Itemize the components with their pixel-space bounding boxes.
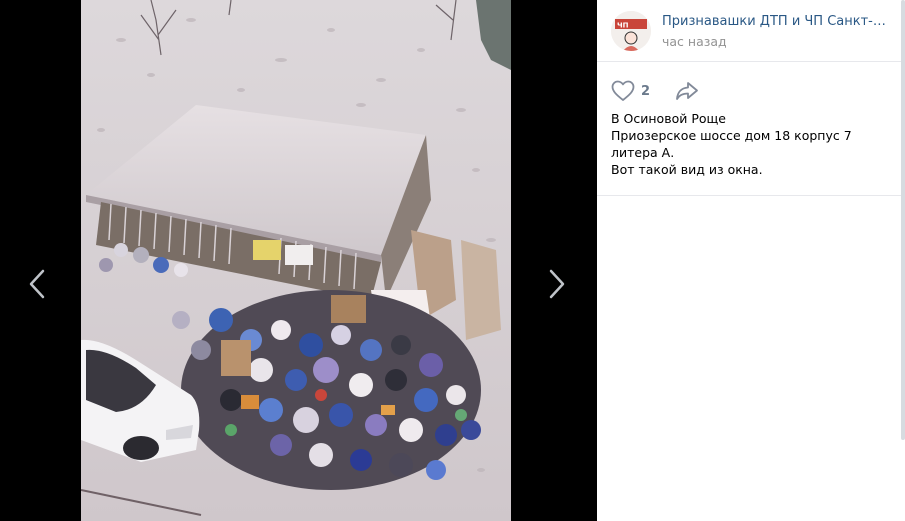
like-button[interactable]: 2 (611, 80, 650, 102)
post-text: В Осиновой Роще Приозерское шоссе дом 18… (611, 110, 893, 178)
avatar-badge-text: ЧП (617, 22, 629, 30)
chevron-left-icon (29, 269, 45, 299)
heart-icon (611, 80, 635, 101)
photo-area: Ven (0, 0, 597, 521)
post-photo[interactable]: Ven (81, 0, 511, 521)
share-button[interactable] (675, 81, 699, 101)
post-sidebar: ЧП Признавашки ДТП и ЧП Санкт-Петербург … (597, 0, 905, 521)
avatar[interactable]: ЧП (611, 11, 651, 51)
next-photo-button[interactable] (537, 264, 577, 304)
share-arrow-icon (676, 82, 698, 100)
scrollbar[interactable] (901, 0, 905, 440)
prev-photo-button[interactable] (17, 264, 57, 304)
post-text-line: Вот такой вид из окна. (611, 162, 763, 177)
post-text-line: В Осиновой Роще (611, 111, 726, 126)
like-count: 2 (641, 83, 651, 99)
author-link[interactable]: Признавашки ДТП и ЧП Санкт-Петербург (662, 14, 888, 29)
post-text-line: Приозерское шоссе дом 18 корпус 7 литера… (611, 128, 852, 160)
post-time[interactable]: час назад (662, 34, 727, 49)
divider (597, 195, 905, 196)
photo-viewer: Ven (0, 0, 905, 521)
post-header: ЧП Признавашки ДТП и ЧП Санкт-Петербург … (597, 0, 905, 62)
post-actions: 2 (611, 79, 699, 103)
chevron-right-icon (549, 269, 565, 299)
